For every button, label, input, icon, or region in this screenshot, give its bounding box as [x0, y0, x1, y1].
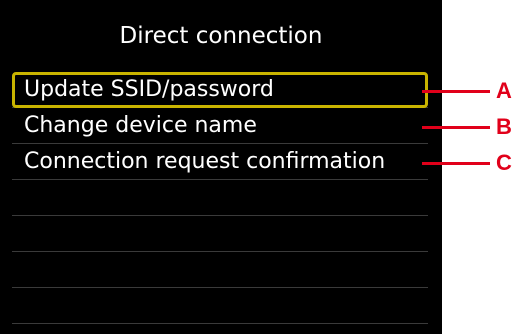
menu-item-empty	[12, 180, 428, 216]
menu-item-empty	[12, 216, 428, 252]
callout-line-b	[422, 126, 490, 129]
menu-item-empty	[12, 252, 428, 288]
selection-highlight	[12, 72, 428, 108]
callout-line-c	[422, 162, 490, 165]
menu-item-change-device-name[interactable]: Change device name	[12, 108, 428, 144]
menu-item-empty	[12, 288, 428, 324]
screen-title: Direct connection	[119, 23, 323, 49]
menu-item-connection-request-confirmation[interactable]: Connection request confirmation	[12, 144, 428, 180]
callout-line-a	[422, 90, 490, 93]
callout-label-b: B	[496, 114, 512, 139]
menu-item-label: Change device name	[24, 113, 257, 138]
printer-lcd-screen: Direct connection Update SSID/password C…	[0, 0, 442, 334]
menu-item-label: Connection request confirmation	[24, 149, 386, 174]
callout-label-c: C	[496, 150, 512, 175]
callout-label-a: A	[496, 78, 512, 103]
